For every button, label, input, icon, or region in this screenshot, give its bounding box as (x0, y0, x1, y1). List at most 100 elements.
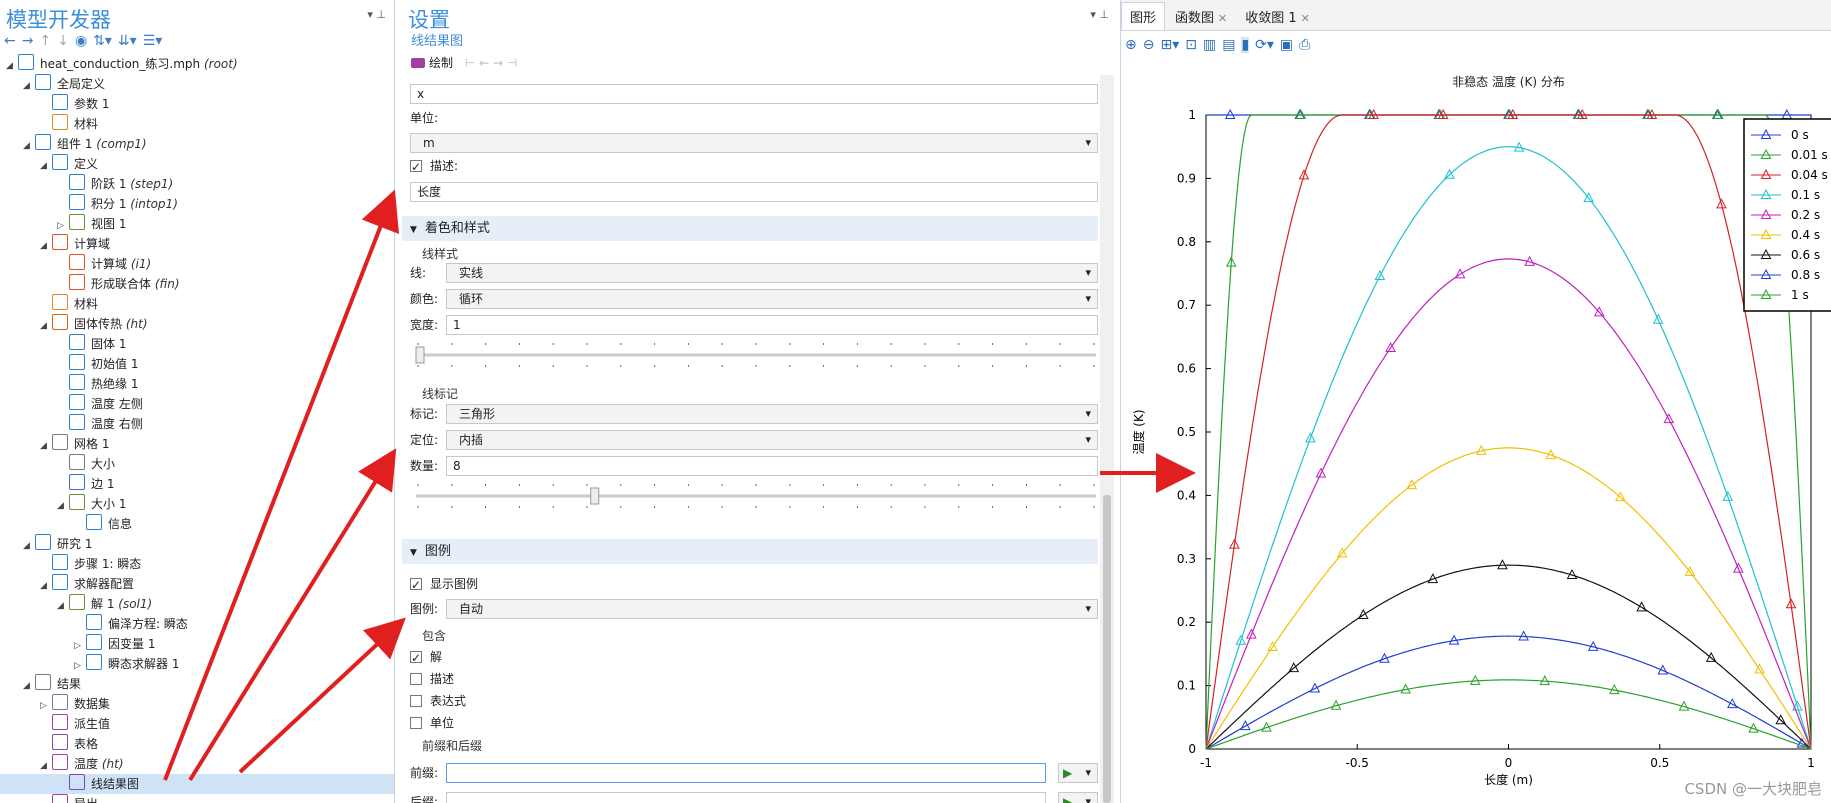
tree-node[interactable]: 偏泽方程: 瞬态 (0, 614, 394, 634)
expand-triangle-icon[interactable]: ▷ (74, 636, 86, 656)
tree-node[interactable]: ◢ 求解器配置 (0, 574, 394, 594)
position-select[interactable]: 内插 (446, 430, 1098, 450)
zoom-in-icon[interactable]: ⊕ (1125, 37, 1137, 53)
tree-node[interactable]: 温度 左侧 (0, 394, 394, 414)
tree-node[interactable]: 信息 (0, 514, 394, 534)
panel-pin-icon[interactable]: ▾ ⊥ (367, 8, 386, 21)
axis-icon[interactable]: ▤ (1222, 37, 1235, 53)
collapse-triangle-icon[interactable]: ◢ (40, 316, 52, 336)
settings-scrollbar[interactable] (1100, 75, 1114, 803)
tree-node[interactable]: 温度 右侧 (0, 414, 394, 434)
collapse-triangle-icon[interactable]: ◢ (57, 596, 69, 616)
collapse-triangle-icon[interactable]: ◢ (40, 156, 52, 176)
tree-node[interactable]: 参数 1 (0, 94, 394, 114)
tree-node[interactable]: 计算域 (i1) (0, 254, 394, 274)
refresh-icon[interactable]: ⟳▾ (1255, 37, 1274, 53)
collapse-icon[interactable]: ⇊▾ (118, 33, 137, 49)
expression-field[interactable]: x (410, 84, 1098, 104)
zoom-box-icon[interactable]: ⊞▾ (1160, 37, 1179, 53)
close-icon[interactable]: ✕ (1218, 12, 1227, 25)
settings-pin-icon[interactable]: ▾ ⊥ (1090, 8, 1109, 21)
suffix-insert-button[interactable]: ▶ (1058, 792, 1098, 803)
tree-node[interactable]: ◢ 研究 1 (0, 534, 394, 554)
collapse-triangle-icon[interactable]: ◢ (57, 496, 69, 516)
width-field[interactable]: 1 (446, 315, 1098, 335)
tree-node[interactable]: 固体 1 (0, 334, 394, 354)
tree-node[interactable]: ◢ 结果 (0, 674, 394, 694)
expand-icon[interactable]: ⇅▾ (93, 33, 112, 49)
tree-node[interactable]: ◢ 大小 1 (0, 494, 394, 514)
collapse-triangle-icon[interactable]: ◢ (23, 536, 35, 556)
include-unit-checkbox[interactable] (410, 717, 422, 729)
collapse-triangle-icon[interactable]: ◢ (40, 436, 52, 456)
collapse-triangle-icon[interactable]: ◢ (23, 76, 35, 96)
tree-node[interactable]: 大小 (0, 454, 394, 474)
marker-select[interactable]: 三角形 (446, 404, 1098, 424)
tree-node[interactable]: ◢ 定义 (0, 154, 394, 174)
back-icon[interactable]: ← (4, 33, 16, 49)
line-chart[interactable]: 非稳态 温度 (K) 分布 0 0.1 0.2 0.3 0.4 0.5 0.6 0.7 0.8 0.… (1121, 58, 1831, 803)
zoom-extents-icon[interactable]: ⊡ (1185, 37, 1197, 53)
color-select[interactable]: 循环 (446, 289, 1098, 309)
description-checkbox[interactable] (410, 157, 422, 177)
prefix-insert-button[interactable]: ▶ (1058, 763, 1098, 783)
graphics-tab[interactable]: 收敛图 1 ✕ (1237, 3, 1318, 30)
tree-node[interactable]: ◢ 网格 1 (0, 434, 394, 454)
tree-node[interactable]: ◢ 温度 (ht) (0, 754, 394, 774)
collapse-triangle-icon[interactable]: ◢ (6, 56, 18, 76)
grid-icon[interactable]: ▥ (1203, 37, 1216, 53)
slider-thumb[interactable] (415, 346, 425, 364)
tree-node[interactable]: 表格 (0, 734, 394, 754)
legend-select[interactable]: 自动 (446, 599, 1098, 619)
tree-node[interactable]: ▷ 瞬态求解器 1 (0, 654, 394, 674)
unit-select[interactable]: m (410, 133, 1098, 153)
collapse-triangle-icon[interactable]: ◢ (40, 236, 52, 256)
zoom-out-icon[interactable]: ⊖ (1143, 37, 1155, 53)
collapse-triangle-icon[interactable]: ◢ (40, 576, 52, 596)
tree-node[interactable]: ◢ 固体传热 (ht) (0, 314, 394, 334)
tree-node[interactable]: ◢ 计算域 (0, 234, 394, 254)
tree-node[interactable]: 线结果图 (0, 774, 394, 794)
expand-triangle-icon[interactable]: ▷ (40, 696, 52, 716)
collapse-triangle-icon[interactable]: ◢ (23, 676, 35, 696)
tree-node[interactable]: 阶跃 1 (step1) (0, 174, 394, 194)
print-icon[interactable]: ⎙ (1299, 37, 1310, 53)
expand-triangle-icon[interactable]: ▷ (57, 216, 69, 236)
count-slider[interactable] (414, 481, 1098, 511)
move-down-icon[interactable]: ↓ (57, 33, 69, 49)
graphics-tab[interactable]: 图形 (1121, 2, 1166, 30)
scrollbar-thumb[interactable] (1103, 495, 1111, 803)
tree-node[interactable]: 初始值 1 (0, 354, 394, 374)
tree-node[interactable]: ◢ 全局定义 (0, 74, 394, 94)
suffix-field[interactable] (446, 792, 1046, 803)
count-field[interactable]: 8 (446, 456, 1098, 476)
tree-node[interactable]: 材料 (0, 294, 394, 314)
plot-button[interactable]: 绘制 (411, 56, 453, 70)
tree-node[interactable]: ◢ 解 1 (sol1) (0, 594, 394, 614)
tree-node[interactable]: ◢ heat_conduction_练习.mph (root) (0, 54, 394, 74)
legend-toggle-icon[interactable]: ▮ (1241, 37, 1250, 53)
tree-node[interactable]: 形成联合体 (fin) (0, 274, 394, 294)
forward-icon[interactable]: → (22, 33, 34, 49)
collapse-triangle-icon[interactable]: ◢ (23, 136, 35, 156)
tree-node[interactable]: 导出 (0, 794, 394, 803)
close-icon[interactable]: ✕ (1301, 12, 1310, 25)
line-style-select[interactable]: 实线 (446, 263, 1098, 283)
show-icon[interactable]: ◉ (75, 33, 87, 49)
tree-node[interactable]: 积分 1 (intop1) (0, 194, 394, 214)
show-legend-checkbox[interactable] (410, 575, 422, 595)
include-solution-checkbox[interactable] (410, 648, 422, 668)
expand-triangle-icon[interactable]: ▷ (74, 656, 86, 676)
include-expression-checkbox[interactable] (410, 695, 422, 707)
tree-node[interactable]: ▷ 因变量 1 (0, 634, 394, 654)
tree-node[interactable]: 材料 (0, 114, 394, 134)
tree-node[interactable]: 派生值 (0, 714, 394, 734)
section-legend[interactable]: ▼ 图例 (402, 539, 1098, 564)
camera-icon[interactable]: ▣ (1280, 37, 1293, 53)
section-coloring[interactable]: ▼ 着色和样式 (402, 216, 1098, 241)
list-icon[interactable]: ☰▾ (143, 33, 163, 49)
move-up-icon[interactable]: ↑ (39, 33, 51, 49)
tree-node[interactable]: ▷ 视图 1 (0, 214, 394, 234)
include-description-checkbox[interactable] (410, 673, 422, 685)
width-slider[interactable] (414, 340, 1098, 370)
